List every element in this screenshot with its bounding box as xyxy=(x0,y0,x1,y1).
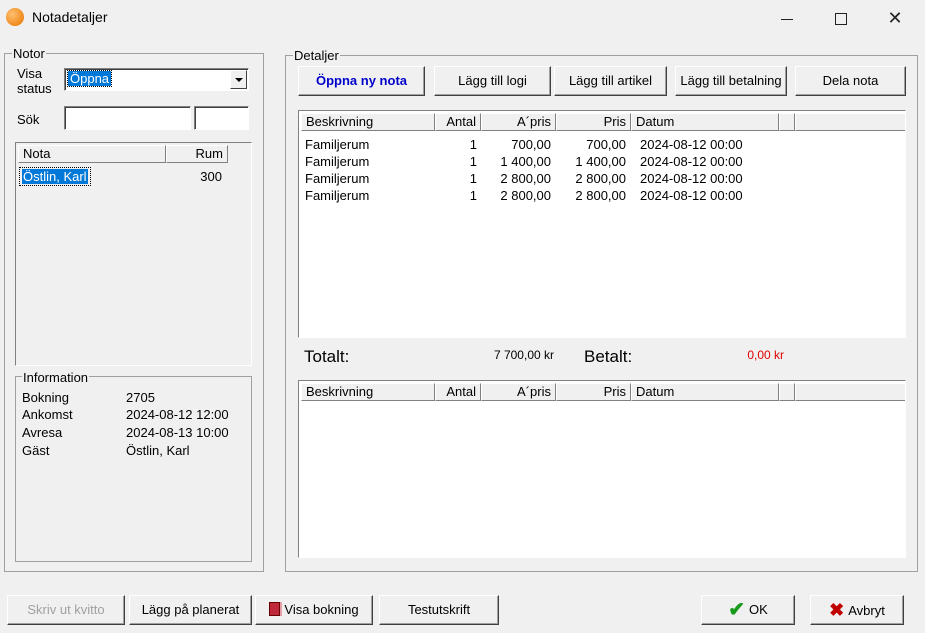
gast-label: Gäst xyxy=(22,443,50,458)
ok-button[interactable]: ✔ OK xyxy=(701,595,795,625)
avresa-label: Avresa xyxy=(22,425,63,440)
maximize-button[interactable] xyxy=(818,0,864,36)
bokning-value: 2705 xyxy=(126,390,155,405)
totalt-label: Totalt: xyxy=(304,347,350,366)
close-icon: ✕ xyxy=(887,8,903,28)
cross-icon: ✖ xyxy=(829,600,845,620)
row-datum: 2024-08-12 00:00 xyxy=(640,137,743,152)
row-apris: 2 800,00 xyxy=(500,188,551,203)
information-legend: Information xyxy=(22,370,90,385)
visa-status-label-2: status xyxy=(17,81,52,96)
notor-legend: Notor xyxy=(12,46,46,61)
extra-header[interactable] xyxy=(779,113,795,131)
apris-header[interactable]: A´pris xyxy=(481,383,556,401)
row-antal: 1 xyxy=(469,154,477,169)
antal-header[interactable]: Antal xyxy=(435,383,481,401)
apris-header[interactable]: A´pris xyxy=(481,113,556,131)
lagg-till-betalning-button[interactable]: Lägg till betalning xyxy=(675,66,787,96)
row-apris: 1 400,00 xyxy=(500,154,551,169)
visa-status-label-1: Visa xyxy=(17,66,43,81)
datum-header[interactable]: Datum xyxy=(631,113,779,131)
skriv-ut-kvitto-button[interactable]: Skriv ut kvitto xyxy=(7,595,125,625)
avbryt-button[interactable]: ✖ Avbryt xyxy=(810,595,904,625)
window-title: Notadetaljer xyxy=(32,9,108,25)
app-orb-icon xyxy=(6,8,24,26)
avresa-value: 2024-08-13 10:00 xyxy=(126,425,229,440)
sok-label: Sök xyxy=(17,112,40,127)
row-apris: 2 800,00 xyxy=(500,171,551,186)
row-pris: 1 400,00 xyxy=(575,154,626,169)
detaljer-legend: Detaljer xyxy=(293,48,340,63)
maximize-icon xyxy=(835,13,847,26)
book-icon xyxy=(269,602,281,616)
testutskrift-button[interactable]: Testutskrift xyxy=(379,595,499,625)
row-antal: 1 xyxy=(469,171,477,186)
row-beskrivning: Familjerum xyxy=(305,137,370,152)
row-datum: 2024-08-12 00:00 xyxy=(640,188,743,203)
checkmark-icon: ✔ xyxy=(728,599,745,621)
list-item[interactable]: Östlin, Karl xyxy=(19,167,91,186)
details-table[interactable]: Beskrivning Antal A´pris Pris Datum Fami… xyxy=(298,110,906,338)
extra-header[interactable] xyxy=(779,383,795,401)
betalt-label: Betalt: xyxy=(584,347,633,366)
oppna-ny-nota-button[interactable]: Öppna ny nota xyxy=(298,66,425,96)
rum-column-header[interactable]: Rum xyxy=(166,145,228,163)
beskrivning-header[interactable]: Beskrivning xyxy=(301,383,435,401)
gast-value: Östlin, Karl xyxy=(126,443,190,458)
search-input[interactable] xyxy=(64,106,191,130)
filler-header xyxy=(795,113,905,131)
dela-nota-button[interactable]: Dela nota xyxy=(795,66,906,96)
totalt-value: 7 700,00 kr xyxy=(493,348,554,362)
datum-header[interactable]: Datum xyxy=(631,383,779,401)
lagg-pa-planerat-button[interactable]: Lägg på planerat xyxy=(129,595,252,625)
row-datum: 2024-08-12 00:00 xyxy=(640,154,743,169)
antal-header[interactable]: Antal xyxy=(435,113,481,131)
row-apris: 700,00 xyxy=(511,137,551,152)
beskrivning-header[interactable]: Beskrivning xyxy=(301,113,435,131)
row-pris: 2 800,00 xyxy=(575,188,626,203)
payments-table[interactable]: Beskrivning Antal A´pris Pris Datum xyxy=(298,380,906,558)
rum-value: 300 xyxy=(200,169,222,184)
minimize-icon xyxy=(781,18,793,20)
bokning-label: Bokning xyxy=(22,390,69,405)
pris-header[interactable]: Pris xyxy=(556,383,631,401)
row-pris: 700,00 xyxy=(586,137,626,152)
row-pris: 2 800,00 xyxy=(575,171,626,186)
pris-header[interactable]: Pris xyxy=(556,113,631,131)
chevron-down-icon[interactable] xyxy=(230,70,247,89)
minimize-button[interactable] xyxy=(764,0,810,36)
close-button[interactable]: ✕ xyxy=(872,0,918,36)
betalt-value: 0,00 kr xyxy=(747,348,784,362)
title-bar: Notadetaljer ✕ xyxy=(0,0,925,36)
status-value: Öppna xyxy=(66,70,113,87)
row-beskrivning: Familjerum xyxy=(305,171,370,186)
ankomst-value: 2024-08-12 12:00 xyxy=(126,407,229,422)
ok-label: OK xyxy=(748,602,768,617)
search-input-secondary[interactable] xyxy=(194,106,249,130)
nota-column-header[interactable]: Nota xyxy=(18,145,166,163)
row-beskrivning: Familjerum xyxy=(305,154,370,169)
filler-header xyxy=(795,383,905,401)
row-datum: 2024-08-12 00:00 xyxy=(640,171,743,186)
row-antal: 1 xyxy=(469,137,477,152)
lagg-till-logi-button[interactable]: Lägg till logi xyxy=(434,66,551,96)
visa-bokning-button[interactable]: Visa bokning xyxy=(255,595,373,625)
nota-list[interactable]: Nota Rum Östlin, Karl 300 xyxy=(15,142,252,366)
avbryt-label: Avbryt xyxy=(848,603,885,618)
row-antal: 1 xyxy=(469,188,477,203)
nota-name: Östlin, Karl xyxy=(22,169,88,184)
ankomst-label: Ankomst xyxy=(22,407,73,422)
visa-bokning-label: Visa bokning xyxy=(284,602,359,617)
status-combobox[interactable]: Öppna xyxy=(64,68,249,91)
row-beskrivning: Familjerum xyxy=(305,188,370,203)
lagg-till-artikel-button[interactable]: Lägg till artikel xyxy=(554,66,667,96)
